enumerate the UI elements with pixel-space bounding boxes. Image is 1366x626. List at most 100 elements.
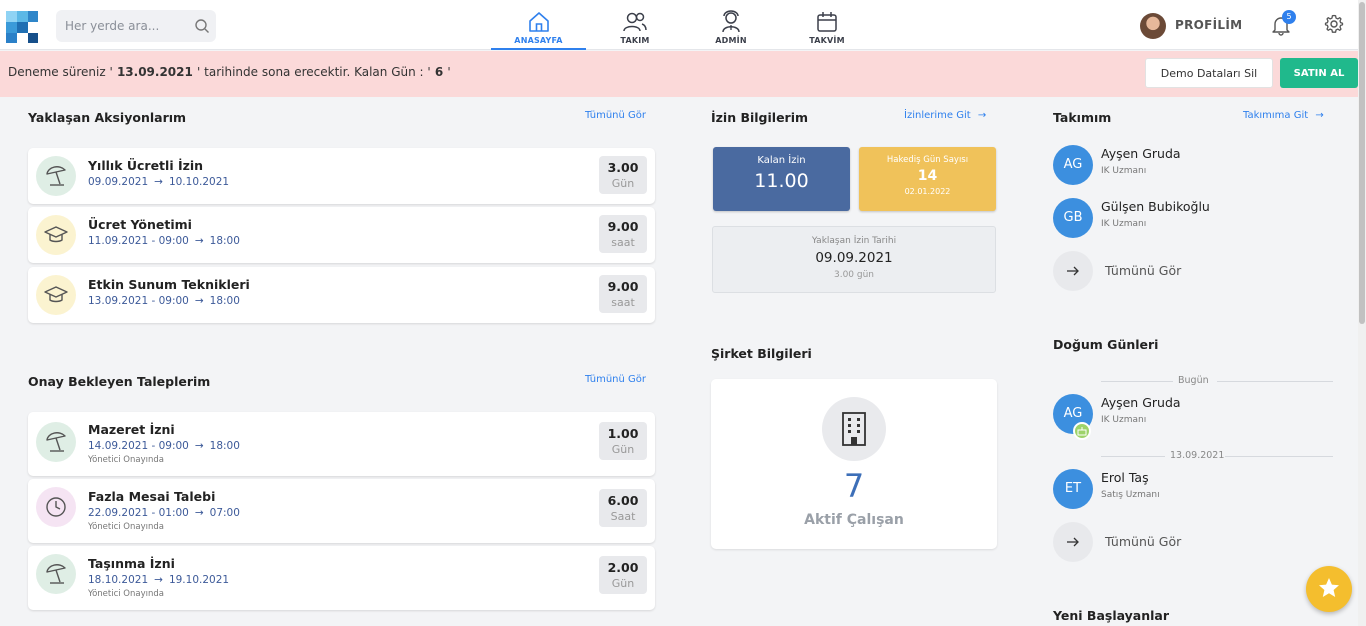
nav-calendar[interactable]: TAKVİM xyxy=(788,8,866,50)
gear-icon[interactable] xyxy=(1324,14,1344,34)
request-card[interactable]: Mazeret İzni 14.09.2021 - 09:00 → 18:00 Yö… xyxy=(28,412,655,476)
company-info-title: Şirket Bilgileri xyxy=(711,346,812,361)
remaining-leave-box: Kalan İzin 11.00 xyxy=(713,147,850,211)
pending-requests-title: Onay Bekleyen Taleplerim xyxy=(28,374,211,389)
request-start: 14.09.2021 - 09:00 xyxy=(88,440,189,452)
delete-demo-data-button[interactable]: Demo Dataları Sil xyxy=(1145,58,1273,88)
profile-menu[interactable]: PROFİLİM xyxy=(1140,13,1250,39)
avatar[interactable]: AG xyxy=(1053,145,1093,185)
beach-umbrella-icon xyxy=(46,564,66,584)
star-icon xyxy=(1319,578,1339,597)
avatar[interactable]: ET xyxy=(1053,469,1093,509)
team-member-name[interactable]: Ayşen Gruda xyxy=(1101,146,1181,161)
birthdays-title: Doğum Günleri xyxy=(1053,337,1159,352)
team-member-name[interactable]: Gülşen Bubikoğlu xyxy=(1101,199,1210,214)
graduation-cap-icon xyxy=(44,226,68,243)
nav-admin[interactable]: ADMİN xyxy=(692,8,770,50)
birthday-person-name[interactable]: Erol Taş xyxy=(1101,470,1149,485)
action-start: 13.09.2021 - 09:00 xyxy=(88,295,189,307)
action-start: 11.09.2021 - 09:00 xyxy=(88,235,189,247)
notifications-button[interactable]: 5 xyxy=(1270,10,1296,36)
banner-days: 6 xyxy=(430,65,448,79)
upcoming-leave-box: Yaklaşan İzin Tarihi 09.09.2021 3.00 gün xyxy=(712,226,996,293)
request-end: 18:00 xyxy=(209,440,240,452)
team-icon xyxy=(623,12,647,32)
page-scrollbar-thumb[interactable] xyxy=(1359,2,1365,324)
request-title: Mazeret İzni xyxy=(88,422,175,437)
go-to-leaves-label: İzinlerime Git xyxy=(904,110,971,121)
calendar-icon xyxy=(817,12,837,32)
leave-info-title: İzin Bilgilerim xyxy=(711,110,809,125)
request-start: 22.09.2021 - 01:00 xyxy=(88,507,189,519)
upcoming-leave-days: 3.00 gün xyxy=(833,270,875,280)
nav-calendar-label: TAKVİM xyxy=(809,36,845,45)
arrow-right-icon: → xyxy=(977,110,987,121)
buy-button[interactable]: SATIN AL xyxy=(1280,58,1358,88)
action-card[interactable]: Yıllık Ücretli İzin 09.09.2021 → 10.10.202… xyxy=(28,148,655,204)
team-see-all-label[interactable]: Tümünü Gör xyxy=(1105,263,1181,278)
action-dates: 13.09.2021 - 09:00 → 18:00 xyxy=(88,295,240,307)
birthdays-see-all-button[interactable] xyxy=(1053,522,1093,562)
profile-avatar xyxy=(1140,13,1166,39)
go-to-team-link[interactable]: Takımıma Git → xyxy=(1243,110,1324,121)
search-box xyxy=(56,10,216,42)
app-logo[interactable] xyxy=(6,11,38,43)
birthday-cake-icon xyxy=(1073,422,1091,440)
remaining-leave-value: 11.00 xyxy=(754,170,809,192)
action-qty-value: 9.00 xyxy=(607,279,639,294)
divider xyxy=(1101,381,1173,382)
upcoming-actions-title: Yaklaşan Aksiyonlarım xyxy=(28,110,187,125)
search-icon[interactable] xyxy=(194,18,210,34)
team-see-all-button[interactable] xyxy=(1053,251,1093,291)
active-employee-label: Aktif Çalışan xyxy=(804,512,904,528)
admin-icon xyxy=(722,10,740,33)
request-title: Fazla Mesai Talebi xyxy=(88,489,216,504)
divider xyxy=(1101,456,1165,457)
birthday-person-role: Satış Uzmanı xyxy=(1101,490,1160,500)
earned-days-value: 14 xyxy=(917,168,938,184)
request-qty-value: 2.00 xyxy=(607,560,639,575)
request-qty-unit: Gün xyxy=(611,577,635,590)
request-title: Taşınma İzni xyxy=(88,556,175,571)
action-icon-circle xyxy=(36,215,76,255)
action-dates: 11.09.2021 - 09:00 → 18:00 xyxy=(88,235,240,247)
birthdays-see-all-label[interactable]: Tümünü Gör xyxy=(1105,534,1181,549)
action-quantity: 9.00 saat xyxy=(599,215,647,253)
nav-home[interactable]: ANASAYFA xyxy=(491,8,586,50)
arrow-right-icon: → xyxy=(1315,110,1324,121)
action-dates: 09.09.2021 → 10.10.2021 xyxy=(88,176,229,188)
action-card[interactable]: Ücret Yönetimi 11.09.2021 - 09:00 → 18:00 … xyxy=(28,207,655,263)
divider xyxy=(1225,456,1333,457)
action-end: 18:00 xyxy=(209,235,240,247)
beach-umbrella-icon xyxy=(46,166,66,186)
search-input[interactable] xyxy=(65,10,185,42)
birthday-person-role: IK Uzmanı xyxy=(1101,415,1147,425)
request-card[interactable]: Taşınma İzni 18.10.2021 → 19.10.2021 Yönet… xyxy=(28,546,655,610)
avatar[interactable]: GB xyxy=(1053,198,1093,238)
request-status: Yönetici Onayında xyxy=(88,522,164,532)
nav-home-label: ANASAYFA xyxy=(514,36,563,45)
pending-requests-see-all-link[interactable]: Tümünü Gör xyxy=(585,374,646,385)
action-icon-circle xyxy=(36,156,76,196)
request-card[interactable]: Fazla Mesai Talebi 22.09.2021 - 01:00 → 07… xyxy=(28,479,655,543)
banner-prefix: Deneme süreniz ' xyxy=(8,65,113,79)
nav-team-label: TAKIM xyxy=(620,36,650,45)
notification-count-badge: 5 xyxy=(1282,10,1296,24)
request-start: 18.10.2021 xyxy=(88,574,149,586)
request-dates: 22.09.2021 - 01:00 → 07:00 xyxy=(88,507,240,519)
upcoming-actions-see-all-link[interactable]: Tümünü Gör xyxy=(585,110,646,121)
go-to-team-label: Takımıma Git xyxy=(1243,110,1309,121)
banner-middle: ' tarihinde sona erecektir. Kalan Gün : … xyxy=(197,65,431,79)
birthday-person-name[interactable]: Ayşen Gruda xyxy=(1101,395,1181,410)
company-info-card[interactable]: 7 Aktif Çalışan xyxy=(711,379,997,549)
action-start: 09.09.2021 xyxy=(88,176,149,188)
nav-team[interactable]: TAKIM xyxy=(596,8,674,50)
remaining-leave-label: Kalan İzin xyxy=(757,155,806,166)
banner-suffix: ' xyxy=(447,65,451,79)
favorites-button[interactable] xyxy=(1306,566,1352,612)
arrow-right-icon xyxy=(1067,266,1079,276)
request-end: 19.10.2021 xyxy=(168,574,230,586)
action-card[interactable]: Etkin Sunum Teknikleri 13.09.2021 - 09:0… xyxy=(28,267,655,323)
go-to-leaves-link[interactable]: İzinlerime Git → xyxy=(904,110,986,121)
action-quantity: 3.00 Gün xyxy=(599,156,647,194)
